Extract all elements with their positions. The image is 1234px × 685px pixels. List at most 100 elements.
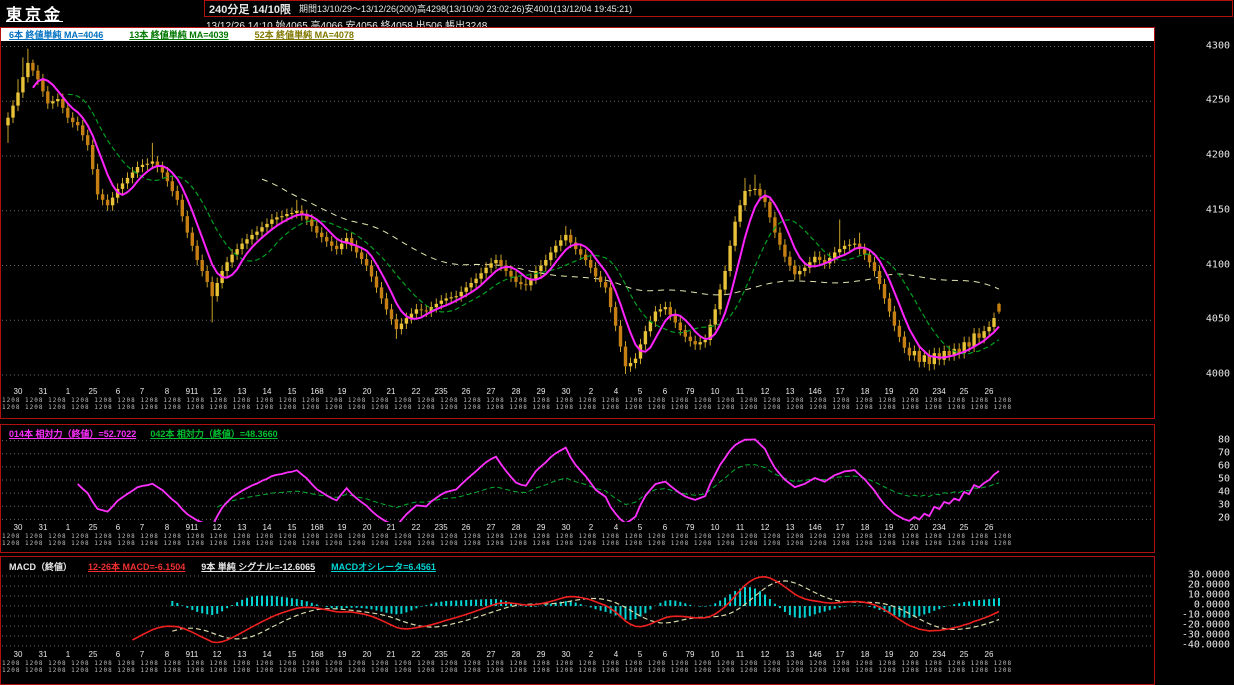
rsi-panel: 014本 相対力（終値）=52.7022 042本 相対力（終値）=48.366… — [0, 424, 1155, 553]
ma-legend: 6本 終値単純 MA=4046 13本 終値単純 MA=4039 52本 終値単… — [1, 28, 1154, 41]
day-label: 18 — [860, 523, 870, 532]
day-label: 13 — [237, 387, 247, 396]
day-label: 22 — [411, 523, 421, 532]
ma52-legend-label: 52本 終値単純 MA=4078 — [254, 30, 354, 40]
trading-chart-window: 東京金 240分足 14/10限 期間13/10/29～13/12/26(200… — [0, 0, 1234, 685]
day-label: 234 — [932, 387, 946, 396]
day-label: 4 — [613, 523, 619, 532]
day-label: 20 — [909, 387, 919, 396]
day-label: 10 — [710, 650, 720, 659]
day-label: 5 — [637, 650, 643, 659]
day-label: 13 — [785, 387, 795, 396]
macd-xaxis: 30 31 1 25 6 7 8 911 12 13 14 15 168 19 20 21 22 235 26 27 2… — [2, 649, 1152, 681]
rsi-axis-label: 40 — [1217, 486, 1230, 498]
day-label: 19 — [884, 650, 894, 659]
day-label: 2 — [588, 650, 594, 659]
day-label: 25 — [959, 523, 969, 532]
day-label: 146 — [808, 523, 822, 532]
day-label: 26 — [984, 387, 994, 396]
day-label: 13 — [237, 650, 247, 659]
day-label: 13 — [237, 523, 247, 532]
day-label: 6 — [115, 650, 121, 659]
day-label: 8 — [164, 650, 170, 659]
day-label: 26 — [461, 523, 471, 532]
day-label: 12 — [212, 387, 222, 396]
day-label: 11 — [735, 387, 745, 396]
price-axis-label: 4000 — [1205, 368, 1230, 380]
day-label: 234 — [932, 650, 946, 659]
day-label: 6 — [115, 523, 121, 532]
day-label: 30 — [13, 387, 23, 396]
day-label: 2 — [588, 387, 594, 396]
day-label: 14 — [262, 650, 272, 659]
day-label: 10 — [710, 387, 720, 396]
day-label: 29 — [536, 650, 546, 659]
rsi-axis-label: 80 — [1217, 434, 1230, 446]
day-label: 20 — [909, 523, 919, 532]
day-label: 15 — [287, 523, 297, 532]
day-label: 21 — [386, 650, 396, 659]
day-label: 15 — [287, 387, 297, 396]
day-label: 911 — [185, 650, 199, 659]
day-label: 30 — [13, 523, 23, 532]
day-label: 19 — [884, 523, 894, 532]
rsi-xaxis: 30 31 1 25 6 7 8 911 12 13 14 15 168 19 20 21 22 235 26 27 2… — [2, 522, 1152, 554]
day-label: 7 — [139, 523, 145, 532]
candles-layer — [6, 48, 1001, 374]
day-label: 29 — [536, 387, 546, 396]
day-label: 235 — [434, 650, 448, 659]
day-label: 235 — [434, 523, 448, 532]
day-label: 31 — [38, 523, 48, 532]
day-label: 8 — [164, 387, 170, 396]
day-label: 11 — [735, 523, 745, 532]
day-label: 13 — [785, 523, 795, 532]
day-label: 17 — [835, 387, 845, 396]
price-axis-label: 4250 — [1205, 94, 1230, 106]
day-label: 30 — [561, 650, 571, 659]
day-label: 6 — [662, 650, 668, 659]
time-axis-row: 1208 1208 1208 1208 1208 1208 1208 1208 … — [2, 540, 1016, 547]
day-label: 4 — [613, 387, 619, 396]
day-label: 79 — [685, 650, 695, 659]
day-label: 911 — [185, 387, 199, 396]
chart-info-bar: 240分足 14/10限 期間13/10/29～13/12/26(200)高42… — [204, 0, 1233, 17]
day-label: 5 — [637, 387, 643, 396]
day-label: 26 — [984, 650, 994, 659]
day-label: 235 — [434, 387, 448, 396]
rsi-axis-label: 50 — [1217, 473, 1230, 485]
candlestick-chart[interactable] — [2, 41, 1152, 386]
day-label: 25 — [959, 650, 969, 659]
day-label: 14 — [262, 523, 272, 532]
day-label: 25 — [88, 650, 98, 659]
time-axis-row: 1208 1208 1208 1208 1208 1208 1208 1208 … — [2, 660, 1016, 667]
day-label: 30 — [561, 387, 571, 396]
day-label: 18 — [860, 387, 870, 396]
day-label: 2 — [588, 523, 594, 532]
day-label: 146 — [808, 387, 822, 396]
time-axis-row: 1208 1208 1208 1208 1208 1208 1208 1208 … — [2, 404, 1016, 411]
day-label: 28 — [511, 650, 521, 659]
day-label: 12 — [760, 650, 770, 659]
day-label: 168 — [310, 523, 324, 532]
y-axis-label-column: 4300 4250 4200 4150 4100 4050 4000 80 70 60 50 40 30… — [1156, 0, 1233, 685]
day-label: 7 — [139, 387, 145, 396]
day-label: 19 — [337, 387, 347, 396]
day-label: 12 — [212, 650, 222, 659]
day-label: 15 — [287, 650, 297, 659]
day-label: 146 — [808, 650, 822, 659]
day-label: 13 — [785, 650, 795, 659]
day-label: 22 — [411, 387, 421, 396]
period-range-label: 期間13/10/29～13/12/26(200)高4298(13/10/30 2… — [298, 4, 633, 14]
macd-chart[interactable] — [2, 572, 1152, 649]
day-label: 168 — [310, 387, 324, 396]
day-label: 8 — [164, 523, 170, 532]
day-label: 27 — [486, 523, 496, 532]
price-chart-xaxis: 30 31 1 25 6 7 8 911 12 13 14 15 168 19 20 21 22 235 26 27 2… — [2, 386, 1152, 418]
rsi-chart[interactable] — [2, 438, 1152, 522]
day-label: 31 — [38, 650, 48, 659]
day-label: 12 — [760, 523, 770, 532]
rsi-axis-label: 70 — [1217, 447, 1230, 459]
day-label: 6 — [662, 387, 668, 396]
instrument-title: 東京金 — [6, 7, 64, 24]
day-label: 30 — [561, 523, 571, 532]
